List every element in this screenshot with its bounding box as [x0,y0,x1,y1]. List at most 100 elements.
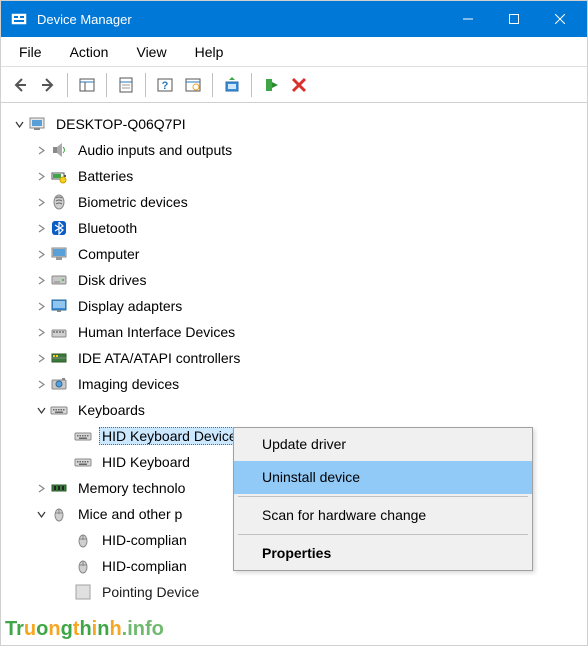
tree-category[interactable]: Biometric devices [5,189,583,215]
chevron-right-icon[interactable] [33,246,49,262]
help-button[interactable]: ? [152,72,178,98]
tree-category[interactable]: Batteries [5,163,583,189]
chevron-right-icon[interactable] [33,272,49,288]
tree-category-label: Mice and other p [75,505,185,523]
tree-category[interactable]: Bluetooth [5,215,583,241]
disk-icon [49,270,69,290]
tree-root[interactable]: DESKTOP-Q06Q7PI [5,111,583,137]
mouse-icon [73,556,93,576]
tree-category-label: Batteries [75,167,136,185]
battery-icon [49,166,69,186]
tree-device-label: HID Keyboard Device [99,427,240,445]
computer-icon [27,114,47,134]
spacer [57,454,73,470]
titlebar: Device Manager [1,1,587,37]
tree-category-label: Audio inputs and outputs [75,141,235,159]
ctx-separator [238,496,528,497]
ctx-uninstall-device[interactable]: Uninstall device [234,461,532,494]
chevron-right-icon[interactable] [33,324,49,340]
back-button[interactable] [7,72,33,98]
chevron-right-icon[interactable] [33,194,49,210]
tree-category-label: Display adapters [75,297,185,315]
forward-button[interactable] [35,72,61,98]
chevron-down-icon[interactable] [11,116,27,132]
ctx-update-driver[interactable]: Update driver [234,428,532,461]
tree-root-label: DESKTOP-Q06Q7PI [53,115,189,133]
spacer [57,428,73,444]
keyboard-icon [73,426,93,446]
tree-category[interactable]: Imaging devices [5,371,583,397]
computer-icon [49,244,69,264]
chevron-right-icon[interactable] [33,376,49,392]
chevron-right-icon[interactable] [33,220,49,236]
spacer [57,532,73,548]
show-hide-tree-button[interactable] [74,72,100,98]
app-icon [11,11,27,27]
keyboard-icon [73,452,93,472]
tree-category-label: Biometric devices [75,193,191,211]
tree-item-label: Pointing Device [99,583,202,601]
tree-category-label: Bluetooth [75,219,140,237]
tree-category[interactable]: Human Interface Devices [5,319,583,345]
ide-icon [49,348,69,368]
device-icon [73,582,93,602]
menu-view[interactable]: View [122,40,180,64]
tree-item-cut[interactable]: Pointing Device [5,579,583,605]
tree-category[interactable]: Display adapters [5,293,583,319]
tree-device-label: HID Keyboard [99,453,193,471]
tree-category-label: Imaging devices [75,375,182,393]
tree-category-label: Keyboards [75,401,148,419]
maximize-button[interactable] [491,1,537,37]
device-tree-panel: DESKTOP-Q06Q7PI Audio inputs and outputs… [1,103,587,645]
chevron-right-icon[interactable] [33,168,49,184]
properties-button[interactable] [113,72,139,98]
tree-category[interactable]: Keyboards [5,397,583,423]
fingerprint-icon [49,192,69,212]
tree-category-label: Computer [75,245,142,263]
tree-category[interactable]: IDE ATA/ATAPI controllers [5,345,583,371]
menu-file[interactable]: File [5,40,56,64]
display-icon [49,296,69,316]
tree-category-label: IDE ATA/ATAPI controllers [75,349,243,367]
update-driver-button[interactable] [219,72,245,98]
keyboard-icon [49,400,69,420]
window-title: Device Manager [37,12,445,27]
tree-category[interactable]: Computer [5,241,583,267]
tree-category[interactable]: Audio inputs and outputs [5,137,583,163]
tree-category[interactable]: Disk drives [5,267,583,293]
tree-category-label: Human Interface Devices [75,323,238,341]
tree-device-label: HID-complian [99,531,190,549]
mouse-icon [49,504,69,524]
chevron-right-icon[interactable] [33,350,49,366]
toolbar: ? [1,67,587,103]
context-menu: Update driver Uninstall device Scan for … [233,427,533,571]
speaker-icon [49,140,69,160]
tree-category-label: Memory technolo [75,479,188,497]
watermark: Truongthinh.info [5,618,164,641]
menu-help[interactable]: Help [181,40,238,64]
svg-text:?: ? [162,80,169,92]
chevron-right-icon[interactable] [33,480,49,496]
chevron-down-icon[interactable] [33,402,49,418]
disable-device-button[interactable] [286,72,312,98]
enable-device-button[interactable] [258,72,284,98]
close-button[interactable] [537,1,583,37]
spacer [57,558,73,574]
tree-device-label: HID-complian [99,557,190,575]
chevron-right-icon[interactable] [33,142,49,158]
window-controls [445,1,583,37]
camera-icon [49,374,69,394]
chevron-right-icon[interactable] [33,298,49,314]
mouse-icon [73,530,93,550]
hid-icon [49,322,69,342]
tree-category-label: Disk drives [75,271,149,289]
memory-icon [49,478,69,498]
menu-action[interactable]: Action [56,40,123,64]
minimize-button[interactable] [445,1,491,37]
ctx-separator [238,534,528,535]
chevron-down-icon[interactable] [33,506,49,522]
ctx-scan-hardware[interactable]: Scan for hardware change [234,499,532,532]
scan-hardware-button[interactable] [180,72,206,98]
menubar: File Action View Help [1,37,587,67]
ctx-properties[interactable]: Properties [234,537,532,570]
